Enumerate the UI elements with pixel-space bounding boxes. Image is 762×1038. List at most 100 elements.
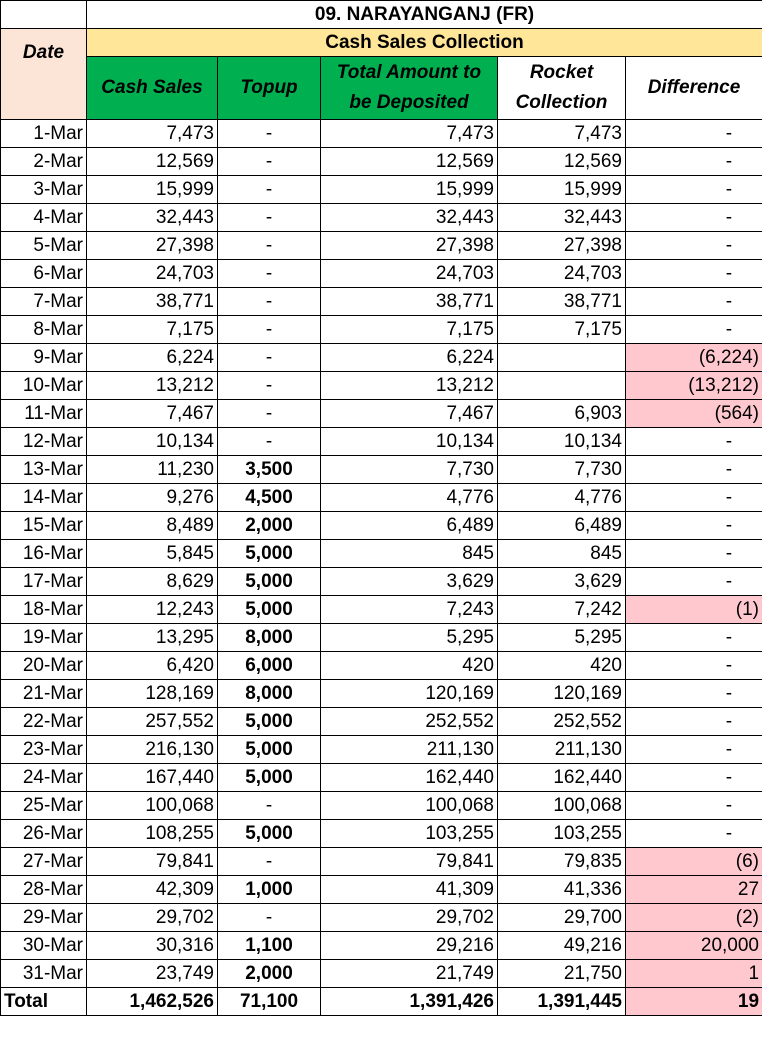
table-row: 29-Mar 29,702-29,702 29,700 (2) — [0, 903, 762, 932]
rocket-collection-cell: 7,473 — [497, 119, 626, 148]
rocket-collection-cell: 420 — [497, 651, 626, 680]
cash-sales-cell: 100,068 — [86, 791, 218, 820]
topup-cell: - — [217, 343, 321, 372]
table-row: 23-Mar 216,130 5,000 211,130 211,130- — [0, 735, 762, 764]
difference-header: Difference — [624, 56, 762, 120]
table-row: 19-Mar 13,295 8,000 5,295 5,295- — [0, 623, 762, 652]
difference-cell: (564) — [624, 399, 762, 428]
cash-sales-cell: 11,230 — [86, 455, 218, 484]
total-amount-cell: 7,473 — [320, 119, 498, 148]
difference-cell: - — [624, 315, 762, 344]
topup-cell: 5,000 — [217, 539, 321, 568]
difference-cell: - — [624, 735, 762, 764]
difference-cell: - — [624, 427, 762, 456]
sheet-title: 09. NARAYANGANJ (FR) — [85, 0, 762, 29]
table-row: 7-Mar 38,771-38,771 38,771- — [0, 287, 762, 316]
topup-cell: - — [217, 287, 321, 316]
date-cell: 24-Mar — [0, 763, 87, 792]
topup-cell: - — [217, 147, 321, 176]
total-amount-header: Total Amount to be Deposited — [320, 56, 498, 120]
cash-sales-cell: 7,175 — [86, 315, 218, 344]
cash-sales-cell: 79,841 — [86, 847, 218, 876]
section-header-row: Date Cash Sales Collection — [0, 28, 762, 120]
topup-cell: - — [217, 791, 321, 820]
rocket-collection-cell: 211,130 — [497, 735, 626, 764]
total-topup: 71,100 — [217, 987, 321, 1016]
table-row: 11-Mar 7,467-7,467 6,903 (564) — [0, 399, 762, 428]
difference-cell: 27 — [624, 875, 762, 904]
table-row: 13-Mar 11,230 3,500 7,730 7,730- — [0, 455, 762, 484]
cash-sales-cell: 23,749 — [86, 959, 218, 988]
table-row: 10-Mar 13,212-13,212 (13,212) — [0, 371, 762, 400]
rocket-collection-cell: 6,489 — [497, 511, 626, 540]
difference-cell: - — [624, 455, 762, 484]
topup-cell: 5,000 — [217, 707, 321, 736]
topup-cell: - — [217, 119, 321, 148]
rocket-collection-cell: 12,569 — [497, 147, 626, 176]
date-cell: 30-Mar — [0, 931, 87, 960]
cash-sales-cell: 30,316 — [86, 931, 218, 960]
total-amount-cell: 10,134 — [320, 427, 498, 456]
rocket-collection-cell: 100,068 — [497, 791, 626, 820]
total-amount-cell: 7,730 — [320, 455, 498, 484]
total-amount-cell: 27,398 — [320, 231, 498, 260]
total-amount-cell: 162,440 — [320, 763, 498, 792]
date-cell: 29-Mar — [0, 903, 87, 932]
rocket-collection-cell: 38,771 — [497, 287, 626, 316]
cash-sales-cell: 5,845 — [86, 539, 218, 568]
cash-sales-cell: 38,771 — [86, 287, 218, 316]
topup-cell: - — [217, 903, 321, 932]
date-cell: 26-Mar — [0, 819, 87, 848]
difference-cell: - — [624, 119, 762, 148]
rocket-collection-cell: 845 — [497, 539, 626, 568]
rocket-collection-cell: 7,730 — [497, 455, 626, 484]
rocket-collection-cell: 7,175 — [497, 315, 626, 344]
rocket-collection-cell: 4,776 — [497, 483, 626, 512]
table-row: 6-Mar 24,703-24,703 24,703- — [0, 259, 762, 288]
rocket-collection-cell — [497, 343, 626, 372]
difference-cell: 1 — [624, 959, 762, 988]
total-amount-cell: 6,489 — [320, 511, 498, 540]
date-cell: 31-Mar — [0, 959, 87, 988]
table-row: 5-Mar 27,398-27,398 27,398- — [0, 231, 762, 260]
total-amount-cell: 100,068 — [320, 791, 498, 820]
topup-cell: 5,000 — [217, 763, 321, 792]
topup-cell: 5,000 — [217, 819, 321, 848]
table-row: 4-Mar 32,443-32,443 32,443- — [0, 203, 762, 232]
topup-cell: 4,500 — [217, 483, 321, 512]
date-cell: 11-Mar — [0, 399, 87, 428]
difference-cell: - — [624, 539, 762, 568]
difference-cell: (6,224) — [624, 343, 762, 372]
table-row: 12-Mar 10,134-10,134 10,134- — [0, 427, 762, 456]
table-row: 20-Mar 6,420 6,000 420 420- — [0, 651, 762, 680]
date-cell: 18-Mar — [0, 595, 87, 624]
cash-sales-cell: 15,999 — [86, 175, 218, 204]
topup-cell: 3,500 — [217, 455, 321, 484]
cash-sales-cell: 32,443 — [86, 203, 218, 232]
difference-cell: (13,212) — [624, 371, 762, 400]
date-cell: 20-Mar — [0, 651, 87, 680]
total-amount-deposited: 1,391,426 — [320, 987, 498, 1016]
cash-sales-cell: 6,420 — [86, 651, 218, 680]
rocket-collection-cell: 32,443 — [497, 203, 626, 232]
total-amount-cell: 15,999 — [320, 175, 498, 204]
date-cell: 2-Mar — [0, 147, 87, 176]
total-amount-cell: 12,569 — [320, 147, 498, 176]
cash-sales-cell: 10,134 — [86, 427, 218, 456]
date-cell: 7-Mar — [0, 287, 87, 316]
date-cell: 28-Mar — [0, 875, 87, 904]
date-cell: 15-Mar — [0, 511, 87, 540]
total-amount-cell: 103,255 — [320, 819, 498, 848]
difference-cell: (6) — [624, 847, 762, 876]
cash-sales-cell: 257,552 — [86, 707, 218, 736]
difference-cell: - — [624, 203, 762, 232]
difference-cell: - — [624, 259, 762, 288]
total-amount-cell: 7,243 — [320, 595, 498, 624]
date-cell: 25-Mar — [0, 791, 87, 820]
total-amount-cell: 7,175 — [320, 315, 498, 344]
cash-sales-cell: 29,702 — [86, 903, 218, 932]
total-row: Total 1,462,526 71,100 1,391,426 1,391,445 19 — [0, 987, 762, 1016]
topup-cell: 8,000 — [217, 679, 321, 708]
difference-cell: - — [624, 511, 762, 540]
table-row: 30-Mar 30,316 1,100 29,216 49,216 20,000 — [0, 931, 762, 960]
